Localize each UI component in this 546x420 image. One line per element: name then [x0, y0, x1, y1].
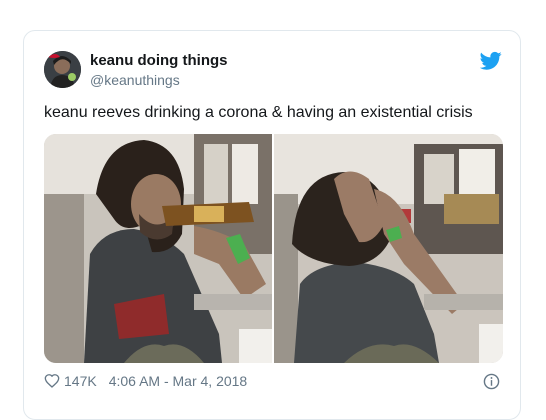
- avatar-image: [44, 51, 81, 88]
- heart-icon[interactable]: [44, 373, 60, 389]
- like-count[interactable]: 147K: [64, 373, 97, 389]
- photo-drinking-image: [44, 134, 272, 363]
- timestamp[interactable]: 4:06 AM - Mar 4, 2018: [109, 373, 248, 389]
- twitter-bird-icon[interactable]: [480, 51, 502, 71]
- info-icon[interactable]: [483, 373, 500, 390]
- photo-crisis-image: [274, 134, 503, 363]
- tweet-text: keanu reeves drinking a corona & having …: [44, 104, 473, 121]
- tweet-footer: 147K 4:06 AM - Mar 4, 2018: [44, 373, 247, 389]
- photo-crisis[interactable]: [274, 134, 503, 363]
- media-grid[interactable]: [44, 134, 503, 363]
- user-handle[interactable]: @keanuthings: [90, 72, 180, 88]
- tweet-card[interactable]: keanu doing things @keanuthings keanu re…: [23, 30, 521, 420]
- avatar[interactable]: [44, 51, 81, 88]
- display-name[interactable]: keanu doing things: [90, 52, 228, 69]
- photo-drinking[interactable]: [44, 134, 272, 363]
